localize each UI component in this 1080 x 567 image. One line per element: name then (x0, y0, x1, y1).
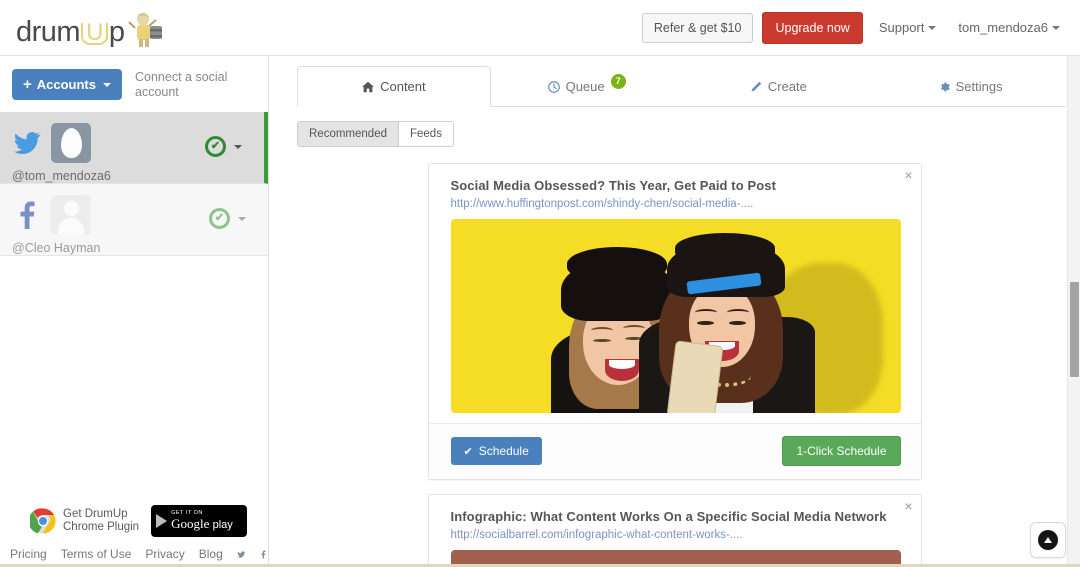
google-word: Google (171, 516, 209, 531)
drummer-mascot-icon (126, 12, 164, 48)
page-scrollbar[interactable] (1067, 56, 1080, 567)
home-icon (362, 81, 374, 93)
check-icon: ✔ (464, 445, 473, 458)
account-handle: @Cleo Hayman (12, 241, 256, 255)
top-header-bar: drumUp Refer & get $10 Upgrade now Suppo… (0, 0, 1080, 56)
person-avatar-icon (51, 195, 91, 235)
tab-create-label: Create (768, 79, 807, 94)
scrollbar-thumb[interactable] (1070, 282, 1079, 377)
main-tabs: Content Queue 7 Create Settings (297, 65, 1066, 107)
chrome-plugin-line2: Chrome Plugin (63, 521, 139, 533)
tab-settings-label: Settings (956, 79, 1003, 94)
chrome-plugin-line1: Get DrumUp (63, 508, 128, 520)
scroll-to-top-icon (1038, 530, 1058, 550)
support-label: Support (879, 20, 925, 35)
chrome-plugin-label[interactable]: Get DrumUp Chrome Plugin (63, 508, 139, 534)
account-handle: @tom_mendoza6 (12, 169, 252, 183)
pencil-icon (750, 81, 762, 93)
footer-links: Pricing Terms of Use Privacy Blog (0, 543, 268, 561)
chevron-down-icon[interactable] (238, 217, 246, 221)
tab-content[interactable]: Content (297, 66, 491, 107)
one-click-schedule-button[interactable]: 1-Click Schedule (782, 436, 900, 466)
tab-queue[interactable]: Queue 7 (491, 66, 683, 107)
play-triangle-icon (156, 514, 167, 528)
accounts-header: + Accounts Connect a social account (0, 56, 268, 112)
twitter-icon[interactable] (237, 548, 246, 561)
content-card: × Social Media Obsessed? This Year, Get … (428, 163, 922, 480)
chevron-down-icon (103, 83, 111, 87)
egg-avatar-icon (51, 123, 91, 163)
card-title[interactable]: Infographic: What Content Works On a Spe… (451, 509, 901, 525)
tab-queue-label: Queue (566, 79, 605, 94)
close-icon[interactable]: × (904, 499, 912, 513)
google-play-text: GET IT ON Google play (171, 511, 233, 532)
brand-u-letter: U (81, 23, 108, 46)
upgrade-now-button[interactable]: Upgrade now (762, 12, 862, 44)
brand-prefix: drum (16, 16, 80, 48)
google-play-big-label: Google play (171, 517, 233, 531)
sidebar-account-facebook[interactable]: @Cleo Hayman ✔ (0, 184, 268, 256)
play-word: play (213, 519, 233, 531)
connect-social-account-label: Connect a social account (135, 69, 239, 100)
chrome-logo-icon[interactable] (30, 508, 56, 534)
card-actions: ✔ Schedule 1-Click Schedule (429, 423, 921, 479)
tab-settings[interactable]: Settings (874, 66, 1066, 107)
accounts-button-label: Accounts (37, 77, 96, 92)
close-icon[interactable]: × (904, 168, 912, 182)
tab-create[interactable]: Create (683, 66, 875, 107)
footer-link-blog[interactable]: Blog (199, 547, 223, 561)
facebook-f-icon (12, 200, 42, 230)
footer-link-terms[interactable]: Terms of Use (61, 547, 132, 561)
plus-icon: + (23, 77, 32, 92)
card-url[interactable]: http://socialbarrel.com/infographic-what… (451, 529, 901, 541)
segment-recommended[interactable]: Recommended (298, 122, 399, 146)
segment-feeds[interactable]: Feeds (399, 122, 453, 146)
queue-count-badge: 7 (611, 74, 626, 89)
main-content-pane: Content Queue 7 Create Settings (269, 56, 1080, 567)
chevron-down-icon (1052, 26, 1060, 30)
user-label: tom_mendoza6 (958, 20, 1048, 35)
card-header: Infographic: What Content Works On a Spe… (429, 495, 921, 541)
tab-content-label: Content (380, 79, 426, 94)
support-menu[interactable]: Support (879, 20, 937, 35)
sidebar-footer: Get DrumUp Chrome Plugin GET IT ON Googl… (0, 499, 268, 567)
feed-filter-segmented-control: Recommended Feeds (297, 121, 454, 147)
gear-icon (938, 81, 950, 93)
twitter-bird-icon (12, 128, 42, 158)
clock-icon (548, 81, 560, 93)
scroll-to-top-button[interactable] (1030, 522, 1066, 558)
brand-logo[interactable]: drumUp (16, 10, 164, 46)
check-circle-icon: ✔ (205, 136, 226, 157)
chevron-down-icon (928, 26, 936, 30)
add-accounts-button[interactable]: + Accounts (12, 69, 122, 100)
drumup-app-window: drumUp Refer & get $10 Upgrade now Suppo… (0, 0, 1080, 567)
schedule-button-label: Schedule (479, 444, 529, 458)
user-menu[interactable]: tom_mendoza6 (958, 20, 1060, 35)
selfie-photo-illustration (451, 219, 901, 413)
content-feed: × Social Media Obsessed? This Year, Get … (269, 163, 1080, 567)
content-card: × Infographic: What Content Works On a S… (428, 494, 922, 567)
schedule-button[interactable]: ✔ Schedule (451, 437, 542, 465)
card-title[interactable]: Social Media Obsessed? This Year, Get Pa… (451, 178, 901, 194)
chevron-down-icon[interactable] (234, 145, 242, 149)
facebook-icon[interactable] (259, 548, 268, 561)
check-circle-icon: ✔ (209, 208, 230, 229)
brand-suffix: p (109, 16, 125, 48)
sidebar-account-twitter[interactable]: @tom_mendoza6 ✔ (0, 112, 268, 184)
account-status[interactable]: ✔ (205, 136, 242, 157)
card-url[interactable]: http://www.huffingtonpost.com/shindy-che… (451, 198, 901, 210)
google-play-badge[interactable]: GET IT ON Google play (151, 505, 247, 537)
left-sidebar: + Accounts Connect a social account @tom… (0, 56, 269, 567)
brand-wordmark: drumUp (16, 18, 125, 47)
footer-link-privacy[interactable]: Privacy (145, 547, 184, 561)
card-header: Social Media Obsessed? This Year, Get Pa… (429, 164, 921, 210)
sidebar-promos: Get DrumUp Chrome Plugin GET IT ON Googl… (0, 499, 268, 543)
header-actions: Refer & get $10 Upgrade now Support tom_… (642, 12, 1066, 44)
account-status[interactable]: ✔ (209, 208, 246, 229)
refer-button[interactable]: Refer & get $10 (642, 13, 754, 43)
footer-link-pricing[interactable]: Pricing (10, 547, 47, 561)
card-image[interactable] (451, 219, 901, 413)
